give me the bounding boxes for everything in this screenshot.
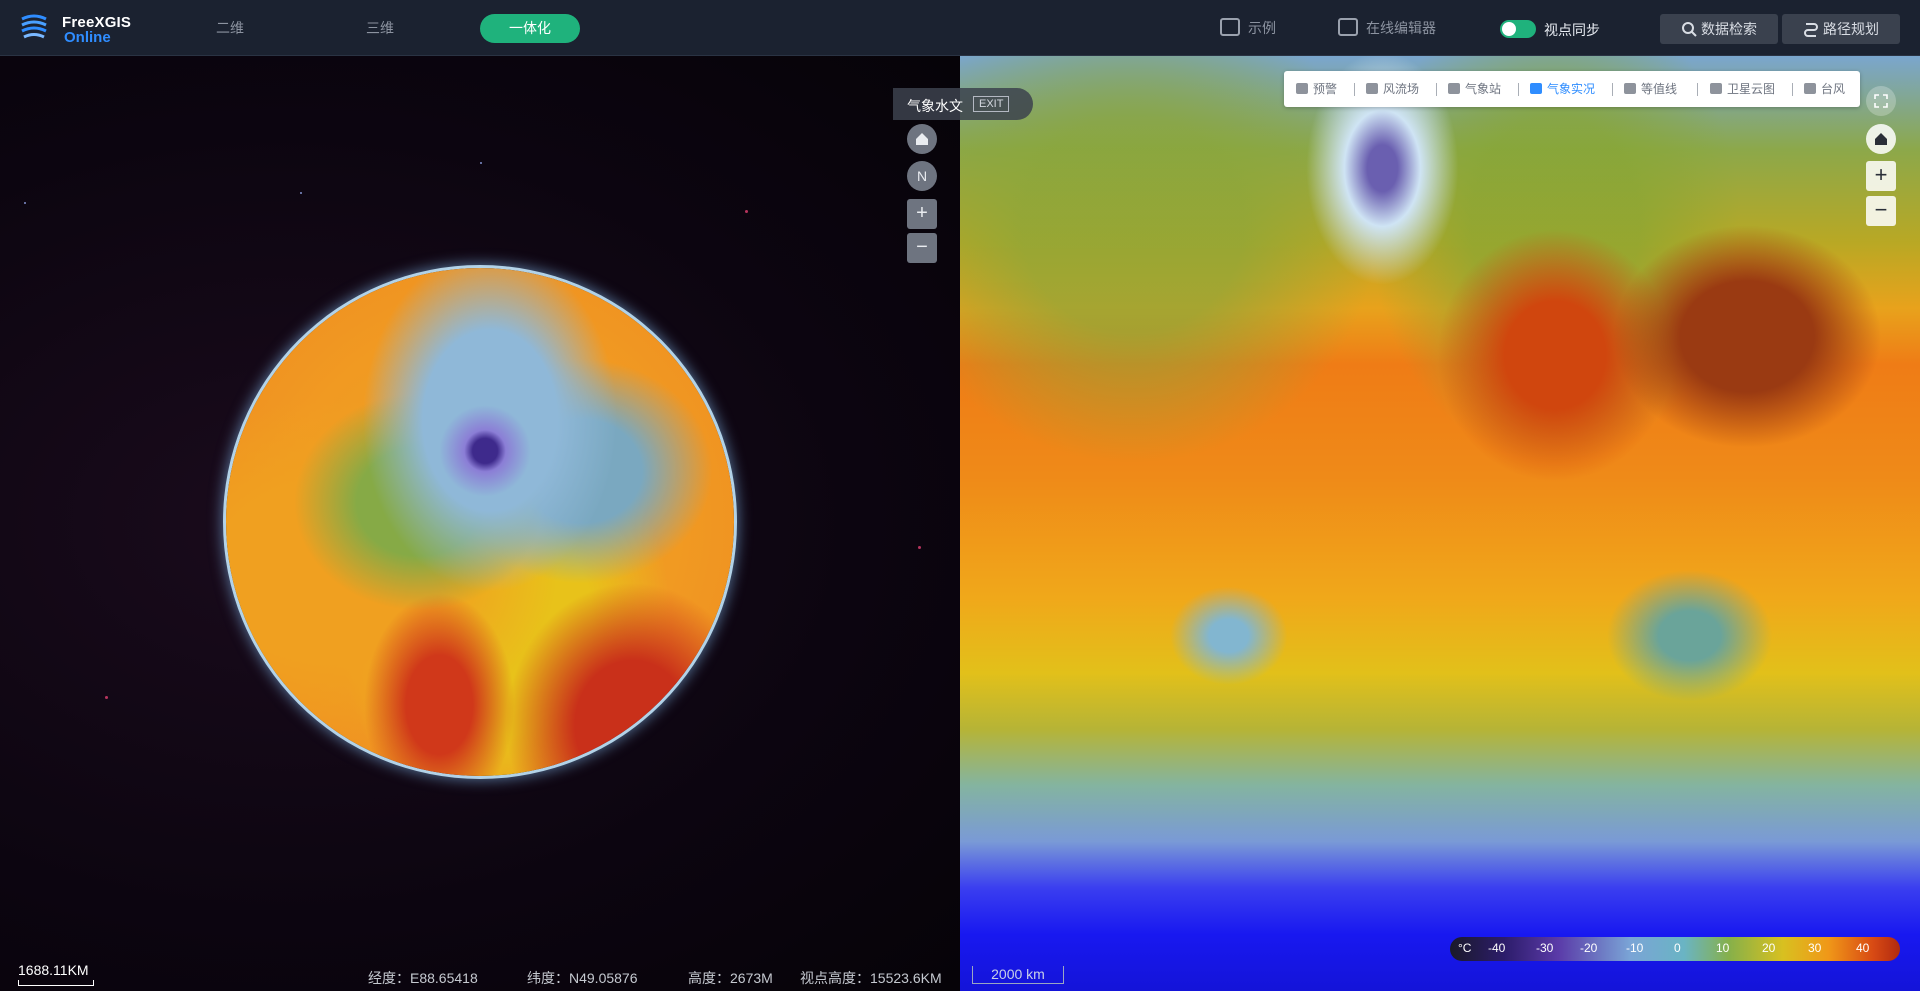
layer-station-label: 气象站 [1465, 82, 1502, 96]
logo-icon [21, 14, 47, 39]
compass-button[interactable]: N [907, 161, 937, 191]
data-search-label: 数据检索 [1701, 21, 1757, 37]
legend-tick: 30 [1808, 941, 1822, 955]
scale-bar-2d: 2000 km [972, 966, 1064, 984]
exit-button[interactable]: EXIT [973, 96, 1010, 112]
data-search-button[interactable]: 数据检索 [1660, 14, 1778, 44]
longitude-readout: 经度：E88.65418 [368, 970, 478, 986]
legend-tick: 20 [1762, 941, 1776, 955]
home-button-3d[interactable] [907, 124, 937, 154]
layer-weather-live-label: 气象实况 [1547, 82, 1596, 96]
route-planning-button[interactable]: 路径规划 [1782, 14, 1900, 44]
star [24, 202, 26, 204]
satellite-icon [1710, 83, 1722, 95]
status-bar: 经度：E88.65418 纬度：N49.05876 高度：2673M 视点高度：… [0, 961, 960, 991]
switch-knob [1502, 22, 1516, 36]
legend-unit: °C [1458, 941, 1472, 955]
logo-subtitle: Online [64, 29, 111, 46]
star [480, 162, 482, 164]
zoom-out-button-2d[interactable]: − [1866, 196, 1896, 226]
contour-icon [1624, 83, 1636, 95]
layer-switcher: 预警 风流场 气象站 气象实况 等值线 卫星云图 台风 [1284, 71, 1860, 107]
top-bar: FreeXGIS Online 二维 三维 一体化 示例 在线编辑器 视点同步 … [0, 0, 1920, 56]
layer-wind[interactable]: 风流场 [1366, 71, 1419, 107]
editor-icon [1338, 18, 1358, 37]
fullscreen-icon [1874, 94, 1888, 108]
legend-tick: 10 [1716, 941, 1730, 955]
home-icon [1875, 133, 1887, 145]
legend-tick: -30 [1536, 941, 1554, 955]
route-icon [1804, 23, 1818, 38]
app-root: FreeXGIS Online 二维 三维 一体化 示例 在线编辑器 视点同步 … [0, 0, 1920, 991]
layer-typhoon-label: 台风 [1821, 82, 1846, 96]
separator [1518, 83, 1519, 96]
map-overlay [960, 56, 1920, 991]
zoom-in-button-2d[interactable]: + [1866, 161, 1896, 191]
separator [1792, 83, 1793, 96]
layer-wind-label: 风流场 [1383, 82, 1420, 96]
example-button[interactable]: 示例 [1220, 14, 1276, 43]
online-editor-button[interactable]: 在线编辑器 [1338, 14, 1436, 43]
layer-contour[interactable]: 等值线 [1624, 71, 1677, 107]
logo[interactable]: FreeXGIS Online [16, 9, 136, 47]
layer-typhoon[interactable]: 台风 [1804, 71, 1845, 107]
weather-hydro-label: 气象水文 [907, 98, 963, 114]
compass-icon: N [916, 168, 928, 184]
legend-tick: -10 [1626, 941, 1644, 955]
star [745, 210, 748, 213]
legend-tick: 40 [1856, 941, 1870, 955]
globe-view-3d[interactable] [0, 56, 960, 991]
legend-tick: 0 [1674, 941, 1681, 955]
home-button-2d[interactable] [1866, 124, 1896, 154]
separator [1354, 83, 1355, 96]
temperature-legend: °C -40 -30 -20 -10 0 10 20 30 40 [1450, 937, 1900, 961]
separator [1612, 83, 1613, 96]
star [300, 192, 302, 194]
layer-contour-label: 等值线 [1641, 82, 1678, 96]
legend-tick: -20 [1580, 941, 1598, 955]
globe-3d[interactable] [226, 268, 734, 776]
legend-tick: -40 [1488, 941, 1506, 955]
alarm-icon [1296, 83, 1308, 95]
separator [1697, 83, 1698, 96]
layer-weather-live[interactable]: 气象实况 [1530, 71, 1595, 107]
separator [1436, 83, 1437, 96]
tab-3d[interactable]: 三维 [330, 14, 430, 43]
layer-satellite[interactable]: 卫星云图 [1710, 71, 1775, 107]
home-icon [916, 133, 928, 145]
layer-alarm[interactable]: 预警 [1296, 71, 1337, 107]
star [105, 696, 108, 699]
zoom-out-button-3d[interactable]: − [907, 233, 937, 263]
tab-2d[interactable]: 二维 [180, 14, 280, 43]
height-readout: 高度：2673M [688, 970, 773, 986]
sync-switch[interactable] [1500, 20, 1536, 38]
layer-satellite-label: 卫星云图 [1727, 82, 1776, 96]
tab-integrated[interactable]: 一体化 [480, 14, 580, 43]
online-editor-label: 在线编辑器 [1366, 20, 1436, 36]
latitude-readout: 纬度：N49.05876 [527, 970, 638, 986]
sync-label: 视点同步 [1544, 22, 1600, 38]
layer-alarm-label: 预警 [1313, 82, 1338, 96]
fullscreen-button[interactable] [1866, 86, 1896, 116]
view-height-readout: 视点高度：15523.6KM [800, 970, 942, 986]
typhoon-icon [1804, 83, 1816, 95]
station-icon [1448, 83, 1460, 95]
weather-live-icon [1530, 83, 1542, 95]
route-planning-label: 路径规划 [1823, 21, 1879, 37]
weather-hydro-tag: 气象水文 EXIT [893, 88, 1033, 120]
example-label: 示例 [1248, 20, 1276, 36]
star [918, 546, 921, 549]
zoom-in-button-3d[interactable]: + [907, 199, 937, 229]
layer-station[interactable]: 气象站 [1448, 71, 1501, 107]
wind-icon [1366, 83, 1378, 95]
search-icon [1682, 22, 1697, 38]
code-icon [1220, 18, 1240, 37]
